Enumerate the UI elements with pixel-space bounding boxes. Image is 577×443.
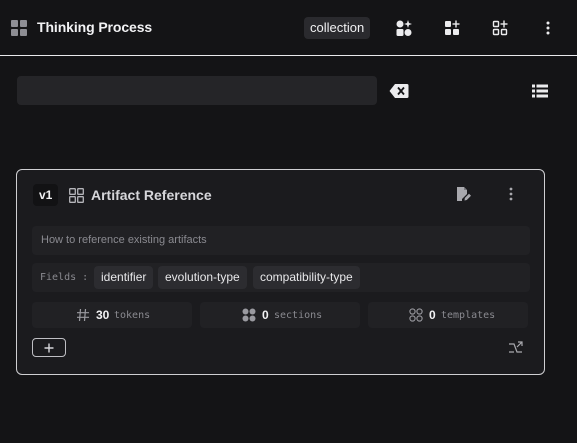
stat-label: sections xyxy=(274,310,323,321)
collection-button[interactable]: collection xyxy=(304,17,371,39)
more-vertical-icon[interactable] xyxy=(538,18,558,38)
stat-label: templates xyxy=(441,310,496,321)
page-title: Thinking Process xyxy=(37,19,153,35)
field-chip[interactable]: identifier xyxy=(94,266,154,289)
version-badge: v1 xyxy=(33,184,59,206)
stat-templates: 0 templates xyxy=(368,302,528,328)
fields-row: Fields : identifier evolution-type compa… xyxy=(32,263,530,292)
stat-sections: 0 sections xyxy=(200,302,360,328)
field-chip[interactable]: evolution-type xyxy=(158,266,247,289)
fields-label: Fields : xyxy=(40,272,89,283)
add-button[interactable] xyxy=(32,338,66,357)
sparkle-shapes-icon[interactable] xyxy=(394,18,414,38)
stat-value: 30 xyxy=(96,308,110,322)
stat-value: 0 xyxy=(262,308,269,322)
grid-outline-icon xyxy=(69,188,84,203)
stat-tokens: 30 tokens xyxy=(32,302,192,328)
stat-label: tokens xyxy=(114,310,151,321)
add-grid-icon[interactable] xyxy=(442,18,462,38)
add-grid-outline-icon[interactable] xyxy=(490,18,510,38)
search-input[interactable] xyxy=(17,76,377,105)
card-more-icon[interactable] xyxy=(505,186,517,202)
backspace-icon[interactable] xyxy=(389,83,409,99)
edit-document-icon[interactable] xyxy=(455,186,471,202)
stat-value: 0 xyxy=(429,308,436,322)
outline-dots-icon xyxy=(409,308,423,322)
merge-arrow-icon[interactable] xyxy=(508,341,523,355)
list-view-icon[interactable] xyxy=(532,84,548,98)
app-header: Thinking Process collection xyxy=(0,0,577,56)
card-title: Artifact Reference xyxy=(91,187,212,203)
artifact-card[interactable]: v1 Artifact Reference How to reference e… xyxy=(16,169,545,375)
field-chip[interactable]: compatibility-type xyxy=(253,266,360,289)
layout-grid-icon xyxy=(11,20,27,36)
card-description: How to reference existing artifacts xyxy=(32,226,530,255)
hash-icon xyxy=(77,308,89,322)
filled-dots-icon xyxy=(242,308,256,322)
plus-icon xyxy=(44,343,54,352)
